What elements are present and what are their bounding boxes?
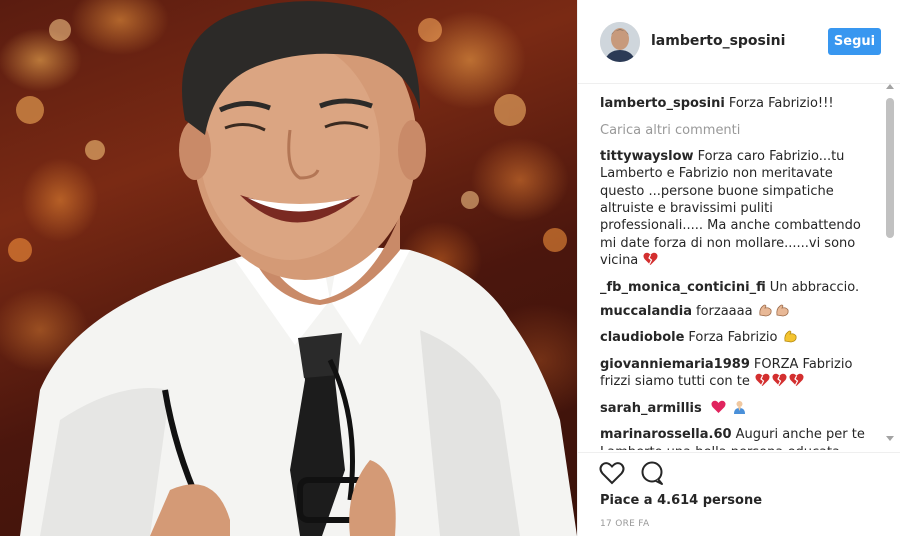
comment-username-link[interactable]: sarah_armillis — [600, 401, 702, 416]
comment-text: forzaaaa — [696, 304, 753, 320]
comment-item: marinarossella.60Auguri anche per te Lam… — [600, 426, 870, 450]
comment-item: muccalandia forzaaaa — [600, 303, 870, 322]
post-timestamp[interactable]: 17 ORE FA — [600, 519, 649, 529]
broken-heart-icon — [643, 252, 658, 271]
person-praying-icon — [732, 400, 747, 419]
comment-text: Un abbraccio. — [769, 279, 860, 295]
comment-item: claudiobole Forza Fabrizio — [600, 329, 870, 348]
scrollbar-thumb[interactable] — [886, 98, 894, 238]
comment-item: giovanniemaria1989 FORZA Fabrizio frizzi … — [600, 356, 870, 393]
scroll-down-arrow-icon[interactable] — [886, 436, 894, 441]
photo-illustration — [8, 1, 577, 536]
load-more-comments-link[interactable]: Carica altri commenti — [600, 122, 870, 139]
comment-item: sarah_armillis — [600, 400, 870, 419]
comment-text: Forza caro Fabrizio...tu Lamberto e Fabr… — [600, 148, 861, 269]
flexed-biceps-icon — [775, 303, 790, 322]
comment-username-link[interactable]: _fb_monica_conticini_fi — [600, 280, 766, 295]
comment-username-link[interactable]: giovanniemaria1989 — [600, 357, 750, 372]
comments-list: lamberto_sposini Forza Fabrizio!!! Carica… — [600, 88, 870, 450]
caption-text: Forza Fabrizio!!! — [728, 96, 834, 111]
caption-username-link[interactable]: lamberto_sposini — [600, 96, 725, 111]
comment-item: tittywayslow Forza caro Fabrizio...tu Lam… — [600, 148, 870, 272]
likes-count[interactable]: Piace a 4.614 persone — [600, 493, 762, 508]
heart-outline-icon[interactable] — [598, 459, 626, 487]
comment-text: Forza Fabrizio — [688, 330, 778, 346]
author-avatar[interactable] — [600, 22, 640, 62]
post-side-panel: lamberto_sposini Segui lamberto_sposini F… — [577, 0, 900, 536]
author-username-link[interactable]: lamberto_sposini — [651, 33, 785, 49]
comments-scrollbar[interactable] — [883, 84, 897, 452]
comment-username-link[interactable]: tittywayslow — [600, 149, 694, 164]
post-actions: Piace a 4.614 persone 17 ORE FA — [578, 452, 900, 536]
broken-heart-icon — [772, 373, 787, 392]
flexed-biceps-icon — [783, 329, 798, 348]
caption: lamberto_sposini Forza Fabrizio!!! — [600, 95, 870, 112]
broken-heart-icon — [755, 373, 770, 392]
red-heart-icon — [711, 400, 726, 419]
avatar-image — [600, 22, 640, 62]
post-photo[interactable] — [0, 0, 577, 536]
post-header: lamberto_sposini Segui — [578, 0, 900, 84]
comment-bubble-icon[interactable] — [638, 459, 666, 487]
comment-username-link[interactable]: marinarossella.60 — [600, 427, 732, 442]
comment-username-link[interactable]: muccalandia — [600, 304, 692, 319]
comment-item: _fb_monica_conticini_fi Un abbraccio. — [600, 279, 870, 296]
flexed-biceps-icon — [758, 303, 773, 322]
scroll-up-arrow-icon[interactable] — [886, 84, 894, 89]
broken-heart-icon — [789, 373, 804, 392]
comment-username-link[interactable]: claudiobole — [600, 330, 684, 345]
follow-button[interactable]: Segui — [828, 28, 881, 55]
